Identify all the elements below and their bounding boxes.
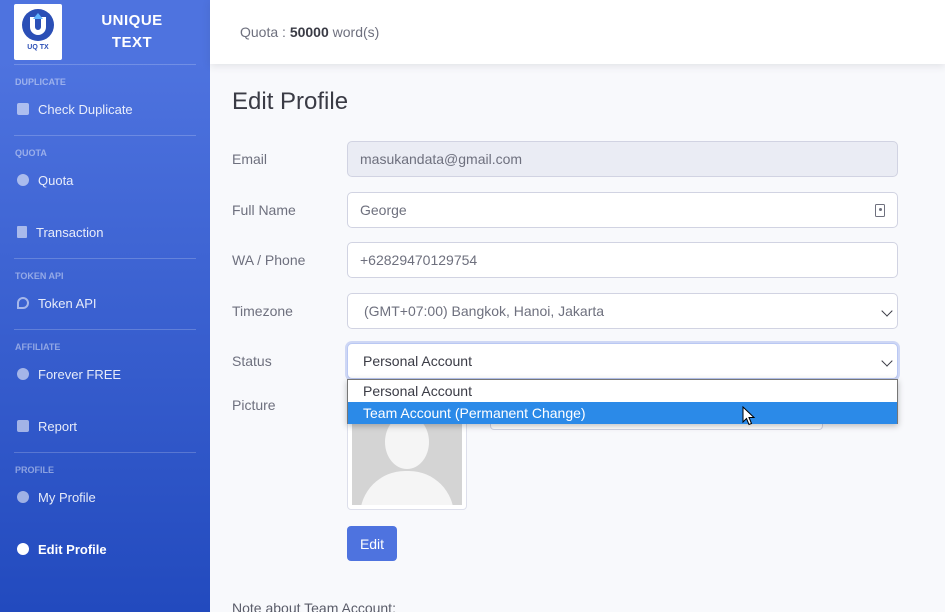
timezone-row: Timezone (GMT+07:00) Bangkok, Hanoi, Jak…	[232, 293, 898, 329]
picture-label: Picture	[232, 397, 276, 413]
sidebar-heading-affiliate: AFFILIATE	[15, 342, 61, 352]
sidebar-heading-duplicate: DUPLICATE	[15, 77, 66, 87]
sidebar-heading-quota: QUOTA	[15, 148, 47, 158]
sidebar-item-report[interactable]: Report	[0, 404, 210, 448]
quota-value: 50000	[289, 24, 329, 40]
mouse-cursor-icon	[742, 406, 756, 426]
logo-icon	[22, 9, 54, 41]
user-icon	[17, 491, 29, 503]
page-title: Edit Profile	[232, 88, 349, 115]
phone-input[interactable]: +62829470129754	[347, 242, 898, 278]
edit-button[interactable]: Edit	[347, 526, 397, 561]
gem-icon	[17, 368, 29, 380]
phone-label: WA / Phone	[232, 252, 306, 268]
status-value: Personal Account	[363, 353, 472, 369]
quota-suffix: word(s)	[332, 24, 380, 40]
status-label: Status	[232, 353, 272, 369]
sidebar-item-label: My Profile	[38, 489, 96, 505]
plus-circle-icon	[17, 174, 29, 186]
file-icon	[17, 226, 27, 238]
sidebar-item-quota[interactable]: Quota	[0, 158, 210, 202]
brand[interactable]: UQ TX UNIQUE TEXT	[0, 0, 210, 64]
brand-name: UNIQUE TEXT	[62, 10, 210, 54]
sidebar-item-my-profile[interactable]: My Profile	[0, 475, 210, 519]
sidebar-item-label: Edit Profile	[38, 541, 107, 557]
team-account-note: Note about Team Account:	[232, 600, 396, 612]
logo-text: UQ TX	[27, 44, 49, 51]
email-value: masukandata@gmail.com	[360, 151, 523, 167]
sidebar-item-forever-free[interactable]: Forever FREE	[0, 352, 210, 396]
phone-row: WA / Phone +62829470129754	[232, 242, 898, 278]
timezone-value: (GMT+07:00) Bangkok, Hanoi, Jakarta	[364, 303, 605, 319]
timezone-select[interactable]: (GMT+07:00) Bangkok, Hanoi, Jakarta	[347, 293, 898, 329]
fullname-input[interactable]: George	[347, 192, 898, 228]
chevron-down-icon	[881, 305, 893, 317]
brand-name-line1: UNIQUE	[101, 12, 163, 29]
sidebar-item-token-api[interactable]: Token API	[0, 281, 210, 325]
quota-prefix: Quota :	[240, 24, 286, 40]
sidebar-item-label: Forever FREE	[38, 366, 122, 382]
brand-name-line2: TEXT	[111, 34, 153, 51]
topbar: Quota : 50000 word(s)	[210, 0, 945, 64]
avatar-body	[360, 471, 454, 505]
sidebar-heading-profile: PROFILE	[15, 465, 55, 475]
email-row: Email masukandata@gmail.com	[232, 141, 898, 177]
status-row: Status Personal Account	[232, 343, 898, 379]
thumbs-up-icon	[17, 420, 29, 432]
phone-value: +62829470129754	[360, 252, 478, 268]
sidebar-item-label: Report	[38, 418, 78, 434]
status-dropdown-list[interactable]: Personal Account Team Account (Permanent…	[347, 379, 898, 424]
key-icon	[17, 297, 29, 309]
sidebar-item-label: Quota	[38, 172, 74, 188]
fullname-value: George	[360, 202, 407, 218]
email-field: masukandata@gmail.com	[347, 141, 898, 177]
user-edit-icon	[17, 543, 29, 555]
sidebar-item-label: Transaction	[36, 224, 104, 240]
timezone-label: Timezone	[232, 303, 293, 319]
sidebar: UQ TX UNIQUE TEXT DUPLICATE Check Duplic…	[0, 0, 210, 612]
status-option-personal[interactable]: Personal Account	[348, 380, 897, 402]
document-icon	[17, 103, 29, 115]
sidebar-item-label: Check Duplicate	[38, 101, 133, 117]
chevron-down-icon	[881, 355, 893, 367]
status-option-team[interactable]: Team Account (Permanent Change)	[348, 402, 897, 424]
fullname-label: Full Name	[232, 202, 296, 218]
status-select[interactable]: Personal Account	[347, 343, 898, 379]
fullname-row: Full Name George	[232, 192, 898, 228]
logo: UQ TX	[14, 4, 62, 60]
sidebar-item-check-duplicate[interactable]: Check Duplicate	[0, 87, 210, 131]
sidebar-item-label: Token API	[38, 295, 97, 311]
sidebar-item-edit-profile[interactable]: Edit Profile	[0, 527, 210, 571]
email-label: Email	[232, 151, 268, 167]
sidebar-heading-token-api: TOKEN API	[15, 271, 64, 281]
contact-card-icon[interactable]	[875, 204, 885, 217]
sidebar-item-transaction[interactable]: Transaction	[0, 210, 210, 254]
